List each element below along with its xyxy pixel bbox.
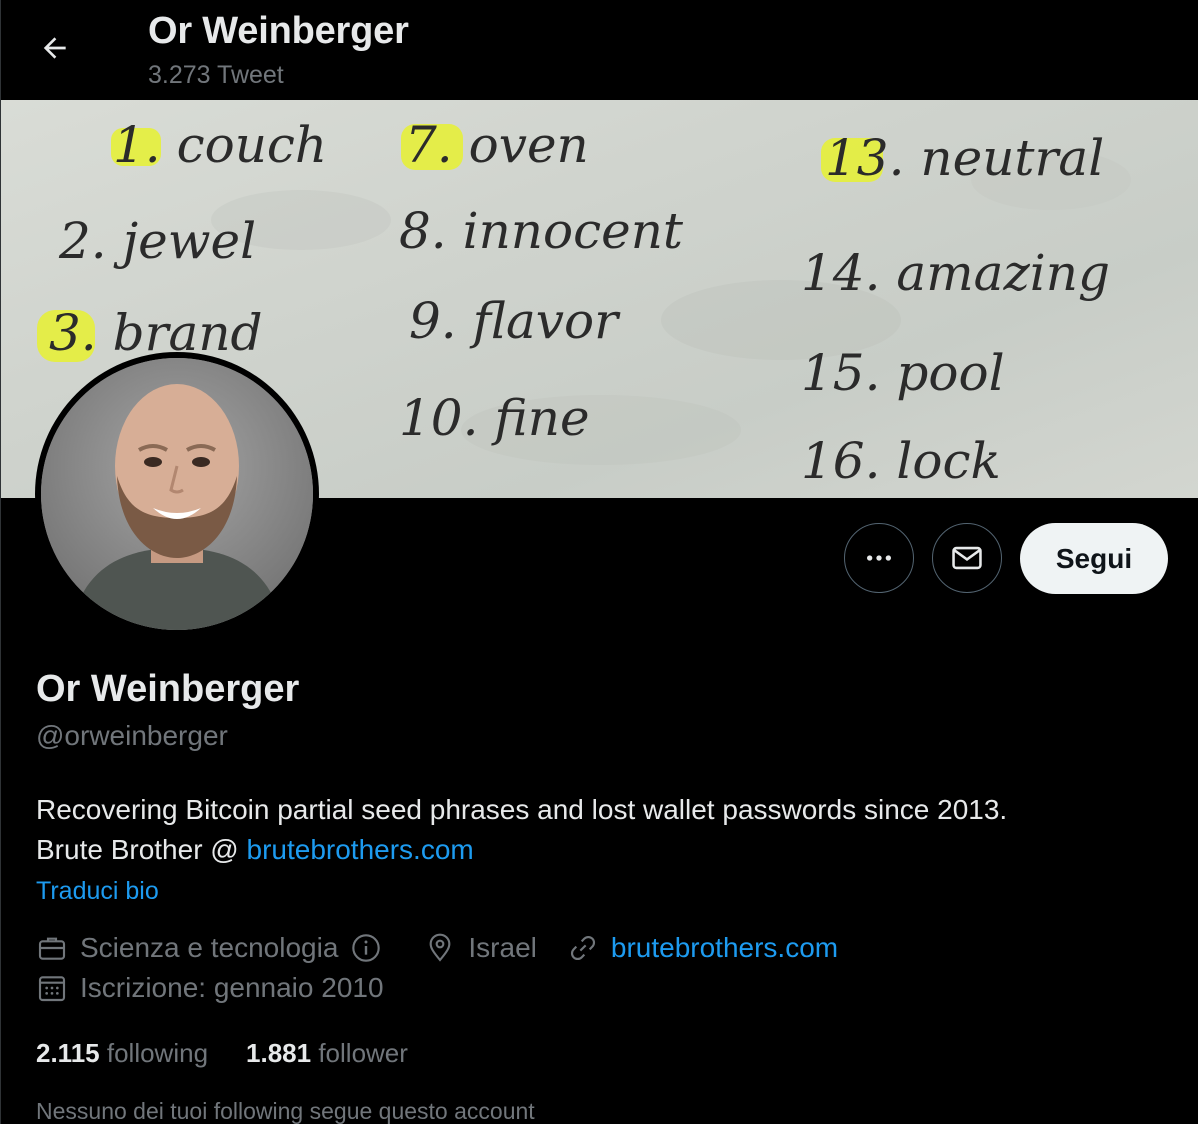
tweet-count: 3.273 Tweet (148, 61, 284, 89)
banner-word: 16. lock (801, 432, 1001, 490)
banner-word: 10. fine (399, 389, 590, 447)
followers-count: 1.881 (246, 1038, 319, 1068)
avatar-photo (41, 358, 313, 630)
location-pin-icon (430, 933, 451, 962)
location-item: Israel (424, 932, 537, 964)
calendar-icon (38, 976, 66, 1002)
profile-page: Or Weinberger 3.273 Tweet 1. couch 2. je… (0, 0, 1198, 1124)
banner-word: 15. pool (801, 344, 1005, 402)
briefcase-icon (38, 937, 66, 960)
location-label: Israel (468, 932, 537, 963)
following-label: following (106, 1038, 209, 1068)
link-icon (570, 935, 595, 961)
back-button[interactable] (27, 20, 83, 76)
bio-text: Brute Brother @ (36, 834, 247, 865)
website-item: brutebrothers.com (567, 932, 838, 964)
header-title: Or Weinberger (148, 10, 409, 52)
message-button[interactable] (932, 523, 1002, 593)
avatar[interactable] (35, 352, 319, 636)
join-date-row: Iscrizione: gennaio 2010 (36, 972, 414, 1004)
more-button[interactable] (844, 523, 914, 593)
translate-bio-link[interactable]: Traduci bio (36, 877, 159, 906)
bio-line: Recovering Bitcoin partial seed phrases … (36, 794, 1008, 825)
profile-handle: @orweinberger (36, 720, 228, 751)
arrow-left-icon (43, 37, 66, 59)
follow-stats: 2.115 following 1.881 follower (36, 1038, 446, 1069)
banner-word: 14. amazing (801, 244, 1110, 302)
category-label: Scienza e tecnologia (80, 932, 339, 963)
bio-link[interactable]: brutebrothers.com (247, 834, 474, 865)
following-stat[interactable]: 2.115 following (36, 1038, 208, 1069)
following-count: 2.115 (36, 1038, 107, 1068)
banner-word: 8. innocent (399, 202, 684, 260)
info-icon[interactable] (350, 932, 382, 964)
join-date-label: Iscrizione: gennaio 2010 (80, 972, 384, 1003)
website-link[interactable]: brutebrothers.com (611, 932, 838, 964)
followed-by-note: Nessuno dei tuoi following segue questo … (36, 1098, 535, 1124)
banner-word: 1. couch (113, 116, 327, 174)
profile-name: Or Weinberger (36, 668, 300, 710)
category-item: Scienza e tecnologia (36, 932, 394, 964)
envelope-icon (952, 546, 982, 570)
bio-line: Brute Brother @ brutebrothers.com (36, 830, 1156, 870)
follow-button[interactable]: Segui (1020, 523, 1168, 594)
profile-bio: Recovering Bitcoin partial seed phrases … (36, 790, 1156, 870)
join-date-item: Iscrizione: gennaio 2010 (36, 972, 384, 1004)
followers-stat[interactable]: 1.881 follower (246, 1038, 408, 1069)
banner-word: 13. neutral (825, 129, 1104, 187)
banner-word: 7. oven (405, 116, 589, 174)
followers-label: follower (318, 1038, 408, 1068)
profile-header: Or Weinberger 3.273 Tweet (1, 0, 1198, 100)
banner-word: 9. flavor (409, 292, 621, 350)
profile-meta: Scienza e tecnologia Israel brutebrother… (36, 932, 868, 964)
more-horizontal-icon (867, 555, 891, 561)
banner-word: 2. jewel (58, 212, 256, 270)
